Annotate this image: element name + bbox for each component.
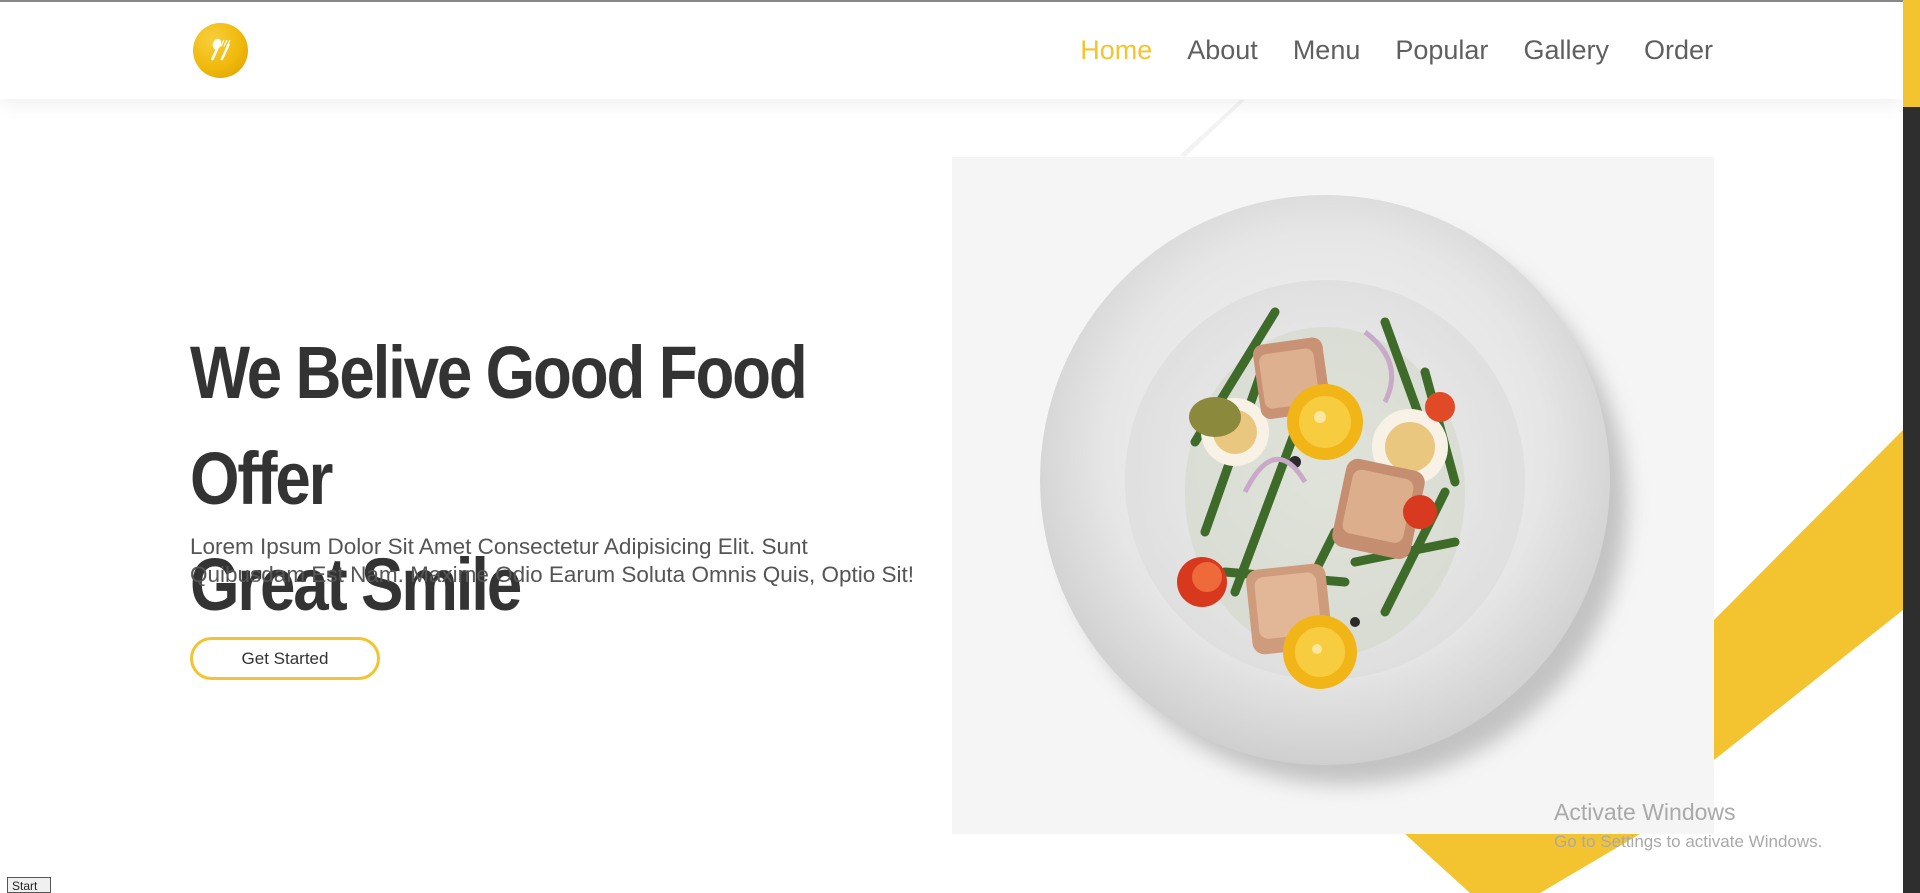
hero-title-line-1: We Belive Good Food Offer: [190, 331, 808, 520]
nav-link-about[interactable]: About: [1187, 35, 1258, 66]
activate-windows-watermark: Activate Windows Go to Settings to activ…: [1554, 798, 1822, 854]
salad-plate-image: [1040, 195, 1627, 785]
nav-link-order[interactable]: Order: [1644, 35, 1713, 66]
scrollbar-track[interactable]: [1903, 0, 1920, 893]
start-button[interactable]: Start: [7, 877, 51, 893]
nav-link-gallery[interactable]: Gallery: [1523, 35, 1609, 66]
top-navigation-bar: Home About Menu Popular Gallery Order: [0, 2, 1903, 99]
scrollbar-thumb[interactable]: [1903, 0, 1920, 107]
get-started-button[interactable]: Get Started: [190, 637, 380, 680]
spoon-fork-icon: [210, 38, 230, 60]
right-yellow-stripe: [1714, 430, 1903, 760]
hero-description-line-1: Lorem Ipsum Dolor Sit Amet Consectetur A…: [190, 534, 808, 559]
nav-links: Home About Menu Popular Gallery Order: [1045, 2, 1713, 99]
nav-link-popular[interactable]: Popular: [1395, 35, 1488, 66]
faint-diagonal-stripe: [1180, 100, 1245, 157]
hero-description: Lorem Ipsum Dolor Sit Amet Consectetur A…: [190, 533, 950, 589]
hero-title: We Belive Good Food Offer Great Smile: [190, 320, 844, 638]
watermark-title: Activate Windows: [1554, 799, 1736, 825]
nav-link-home[interactable]: Home: [1080, 35, 1152, 66]
watermark-subtitle: Go to Settings to activate Windows.: [1554, 832, 1823, 851]
logo[interactable]: [193, 23, 248, 78]
nav-link-menu[interactable]: Menu: [1293, 35, 1361, 66]
hero-description-line-2: Quibusdam Est Nam. Maxime Odio Earum Sol…: [190, 562, 914, 587]
hero-image: [952, 157, 1714, 834]
